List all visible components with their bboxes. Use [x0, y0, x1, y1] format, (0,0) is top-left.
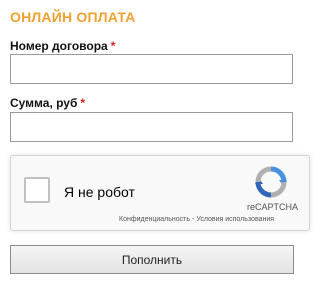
contract-field-label: Номер договора * [10, 39, 115, 53]
sum-field-label: Сумма, руб * [10, 96, 85, 110]
privacy-link[interactable]: Конфиденциальность [119, 216, 190, 223]
contract-number-input[interactable] [10, 54, 293, 84]
required-mark: * [80, 96, 86, 110]
terms-link[interactable]: Условия использования [196, 216, 274, 223]
page-title: ОНЛАЙН ОПЛАТА [10, 9, 136, 25]
recaptcha-widget: Я не робот reCAPTCHA Конфиденциальность -… [10, 155, 310, 231]
recaptcha-label: Я не робот [64, 184, 135, 200]
contract-label-text: Номер договора [10, 39, 108, 53]
sum-label-text: Сумма, руб [10, 96, 78, 110]
recaptcha-checkbox[interactable] [24, 177, 50, 203]
link-separator: - [192, 216, 195, 223]
required-mark: * [110, 39, 116, 53]
recaptcha-links: Конфиденциальность - Условия использования [119, 216, 274, 223]
recaptcha-brand: reCAPTCHA [247, 202, 299, 212]
submit-button[interactable]: Пополнить [10, 245, 294, 274]
sum-input[interactable] [10, 112, 293, 142]
recaptcha-logo-icon [255, 166, 287, 198]
